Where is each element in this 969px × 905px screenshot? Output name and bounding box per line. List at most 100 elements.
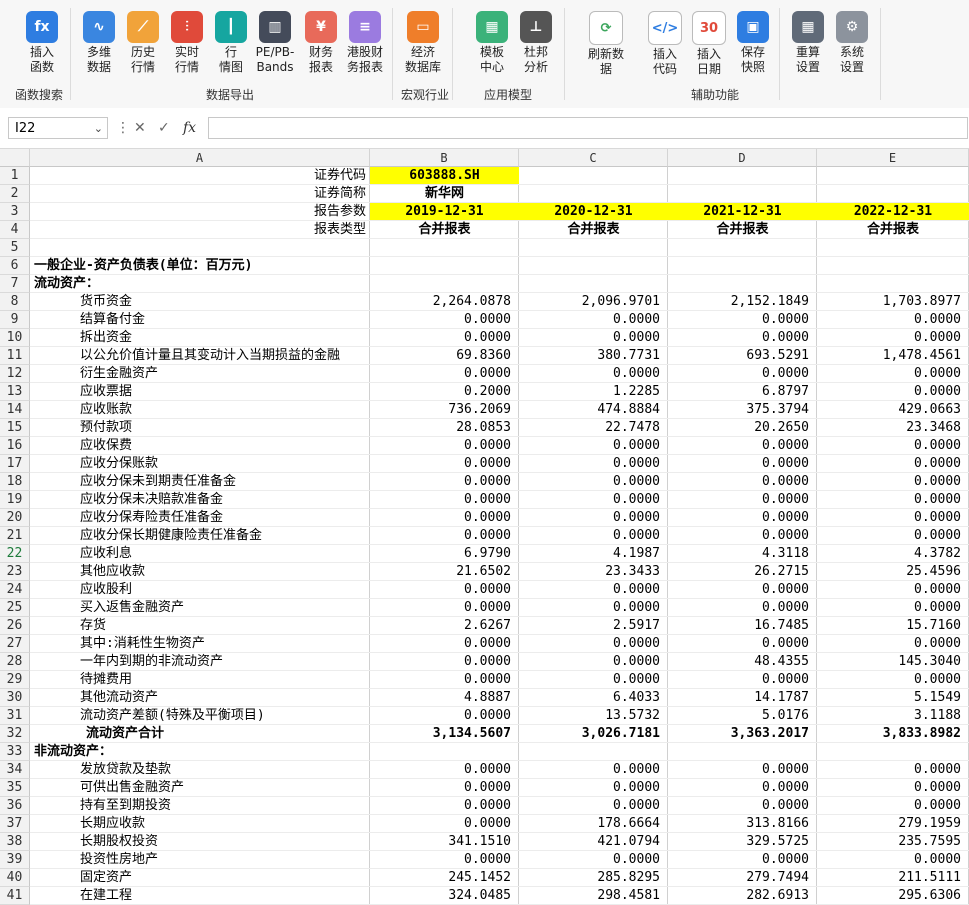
cell-E30[interactable]: 5.1549	[817, 689, 969, 707]
cell-D5[interactable]	[668, 239, 817, 257]
cell-C14[interactable]: 474.8884	[519, 401, 668, 419]
cell-C23[interactable]: 23.3433	[519, 563, 668, 581]
cell-D7[interactable]	[668, 275, 817, 293]
cell-C3[interactable]: 2020-12-31	[519, 203, 668, 221]
cell-B5[interactable]	[370, 239, 519, 257]
cell-A37[interactable]: 长期应收款	[30, 815, 370, 833]
cell-C20[interactable]: 0.0000	[519, 509, 668, 527]
calendar-button[interactable]: 30 插入 日期	[687, 8, 731, 77]
cell-B2[interactable]: 新华网	[370, 185, 519, 203]
cell-B12[interactable]: 0.0000	[370, 365, 519, 383]
cell-B10[interactable]: 0.0000	[370, 329, 519, 347]
cell-B35[interactable]: 0.0000	[370, 779, 519, 797]
row-header[interactable]: 3	[0, 203, 30, 221]
cell-A12[interactable]: 衍生金融资产	[30, 365, 370, 383]
cell-C36[interactable]: 0.0000	[519, 797, 668, 815]
cell-C13[interactable]: 1.2285	[519, 383, 668, 401]
column-header-A[interactable]: A	[30, 149, 370, 167]
cell-C31[interactable]: 13.5732	[519, 707, 668, 725]
cell-E1[interactable]	[817, 167, 969, 185]
cell-E9[interactable]: 0.0000	[817, 311, 969, 329]
cell-B25[interactable]: 0.0000	[370, 599, 519, 617]
formula-input[interactable]	[208, 117, 968, 139]
cell-C15[interactable]: 22.7478	[519, 419, 668, 437]
cell-A4[interactable]: 报表类型	[30, 221, 370, 239]
cell-A20[interactable]: 应收分保寿险责任准备金	[30, 509, 370, 527]
cell-E16[interactable]: 0.0000	[817, 437, 969, 455]
cell-C27[interactable]: 0.0000	[519, 635, 668, 653]
cell-A36[interactable]: 持有至到期投资	[30, 797, 370, 815]
row-header[interactable]: 1	[0, 167, 30, 185]
column-header-E[interactable]: E	[817, 149, 969, 167]
cell-A26[interactable]: 存货	[30, 617, 370, 635]
row-header[interactable]: 31	[0, 707, 30, 725]
cell-E33[interactable]	[817, 743, 969, 761]
row-header[interactable]: 8	[0, 293, 30, 311]
candlestick-button[interactable]: ┃ 行情图	[209, 8, 253, 75]
cell-D41[interactable]: 282.6913	[668, 887, 817, 905]
row-header[interactable]: 39	[0, 851, 30, 869]
cell-E3[interactable]: 2022-12-31	[817, 203, 969, 221]
cell-B7[interactable]	[370, 275, 519, 293]
cell-D9[interactable]: 0.0000	[668, 311, 817, 329]
cell-A38[interactable]: 长期股权投资	[30, 833, 370, 851]
cell-C41[interactable]: 298.4581	[519, 887, 668, 905]
cell-D3[interactable]: 2021-12-31	[668, 203, 817, 221]
cell-D18[interactable]: 0.0000	[668, 473, 817, 491]
cell-E11[interactable]: 1,478.4561	[817, 347, 969, 365]
cell-E28[interactable]: 145.3040	[817, 653, 969, 671]
cell-D29[interactable]: 0.0000	[668, 671, 817, 689]
cell-A27[interactable]: 其中:消耗性生物资产	[30, 635, 370, 653]
cell-B24[interactable]: 0.0000	[370, 581, 519, 599]
cell-D27[interactable]: 0.0000	[668, 635, 817, 653]
cell-B19[interactable]: 0.0000	[370, 491, 519, 509]
row-header[interactable]: 34	[0, 761, 30, 779]
cell-E25[interactable]: 0.0000	[817, 599, 969, 617]
cell-C40[interactable]: 285.8295	[519, 869, 668, 887]
cell-D16[interactable]: 0.0000	[668, 437, 817, 455]
cell-D28[interactable]: 48.4355	[668, 653, 817, 671]
cell-C22[interactable]: 4.1987	[519, 545, 668, 563]
cell-A39[interactable]: 投资性房地产	[30, 851, 370, 869]
cell-D4[interactable]: 合并报表	[668, 221, 817, 239]
bar-chart-button[interactable]: ▥ PE/PB- Bands	[253, 8, 297, 75]
cell-B29[interactable]: 0.0000	[370, 671, 519, 689]
cell-C1[interactable]	[519, 167, 668, 185]
history-chart-button[interactable]: ⟋ 历史 行情	[121, 8, 165, 75]
cell-E27[interactable]: 0.0000	[817, 635, 969, 653]
row-header[interactable]: 4	[0, 221, 30, 239]
cell-B9[interactable]: 0.0000	[370, 311, 519, 329]
cell-E6[interactable]	[817, 257, 969, 275]
cell-D19[interactable]: 0.0000	[668, 491, 817, 509]
cell-E34[interactable]: 0.0000	[817, 761, 969, 779]
chevron-down-icon[interactable]: ⌄	[94, 118, 103, 140]
cell-B34[interactable]: 0.0000	[370, 761, 519, 779]
cell-C17[interactable]: 0.0000	[519, 455, 668, 473]
cell-C38[interactable]: 421.0794	[519, 833, 668, 851]
cell-D2[interactable]	[668, 185, 817, 203]
cell-A41[interactable]: 在建工程	[30, 887, 370, 905]
cell-B41[interactable]: 324.0485	[370, 887, 519, 905]
row-header[interactable]: 38	[0, 833, 30, 851]
cell-E29[interactable]: 0.0000	[817, 671, 969, 689]
cell-E2[interactable]	[817, 185, 969, 203]
row-header[interactable]: 29	[0, 671, 30, 689]
cell-C7[interactable]	[519, 275, 668, 293]
cell-B27[interactable]: 0.0000	[370, 635, 519, 653]
cell-C5[interactable]	[519, 239, 668, 257]
cell-D14[interactable]: 375.3794	[668, 401, 817, 419]
cell-A23[interactable]: 其他应收款	[30, 563, 370, 581]
row-header[interactable]: 30	[0, 689, 30, 707]
cell-E41[interactable]: 295.6306	[817, 887, 969, 905]
confirm-icon[interactable]: ✓	[158, 117, 170, 139]
row-header[interactable]: 7	[0, 275, 30, 293]
cancel-icon[interactable]: ✕	[134, 117, 146, 139]
cell-A2[interactable]: 证券简称	[30, 185, 370, 203]
column-header-C[interactable]: C	[519, 149, 668, 167]
realtime-chart-button[interactable]: ⫶ 实时 行情	[165, 8, 209, 75]
cell-A5[interactable]	[30, 239, 370, 257]
cell-E39[interactable]: 0.0000	[817, 851, 969, 869]
cell-C34[interactable]: 0.0000	[519, 761, 668, 779]
cell-D8[interactable]: 2,152.1849	[668, 293, 817, 311]
row-header[interactable]: 22	[0, 545, 30, 563]
